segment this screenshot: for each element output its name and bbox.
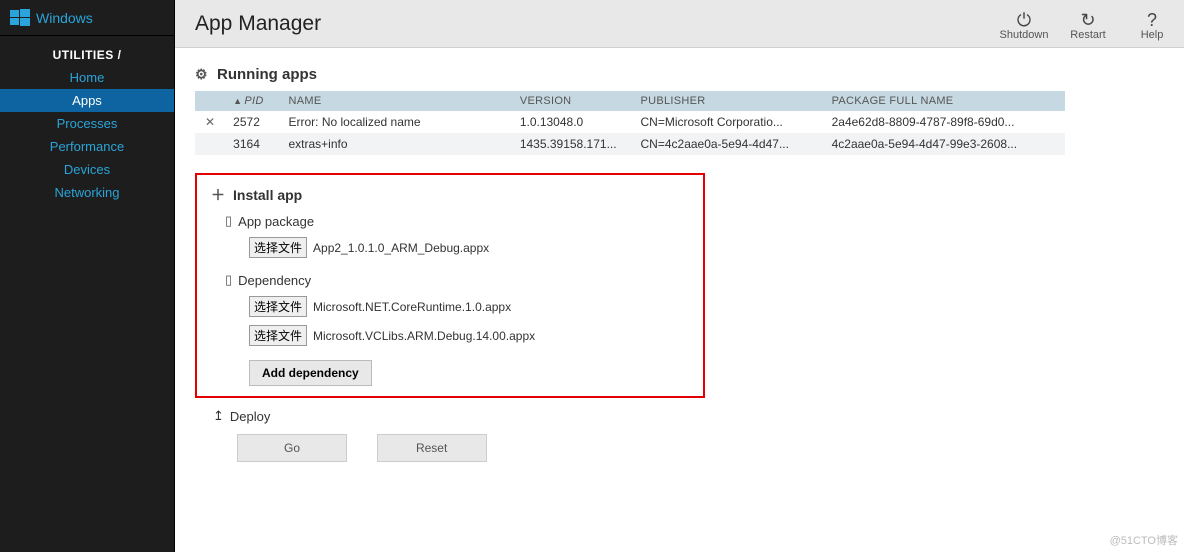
power-icon: ⏻ <box>992 11 1056 29</box>
app-package-file-row: 选择文件 App2_1.0.1.0_ARM_Debug.appx <box>249 237 689 258</box>
main-panel: App Manager ⏻ Shutdown ↻ Restart ? Help … <box>175 0 1184 552</box>
sidebar-nav: Home Apps Processes Performance Devices … <box>0 66 174 204</box>
help-button[interactable]: ? Help <box>1120 7 1184 41</box>
col-pid[interactable]: ▲PID <box>225 91 280 111</box>
dependency-label: Dependency <box>238 273 311 288</box>
dependency-header: ▯ Dependency <box>225 272 689 288</box>
install-app-section: ＋ Install app ▯ App package 选择文件 App2_1.… <box>195 173 705 398</box>
windows-icon <box>10 8 30 28</box>
cell-version: 1.0.13048.0 <box>512 111 633 133</box>
page-title: App Manager <box>195 12 992 36</box>
close-icon[interactable]: ✕ <box>205 115 215 129</box>
app-package-label: App package <box>238 214 314 229</box>
sidebar-item-home[interactable]: Home <box>0 66 174 89</box>
cell-name: extras+info <box>280 133 511 155</box>
watermark: @51CTO博客 <box>1110 532 1178 548</box>
table-row[interactable]: ✕ 2572 Error: No localized name 1.0.1304… <box>195 111 1065 133</box>
col-publisher[interactable]: PUBLISHER <box>633 91 824 111</box>
cell-version: 1435.39158.171... <box>512 133 633 155</box>
running-apps-title: Running apps <box>217 66 317 83</box>
sidebar-item-apps[interactable]: Apps <box>0 89 174 112</box>
choose-file-button[interactable]: 选择文件 <box>249 296 307 317</box>
shutdown-button[interactable]: ⏻ Shutdown <box>992 7 1056 41</box>
restart-icon: ↻ <box>1056 11 1120 29</box>
col-version[interactable]: VERSION <box>512 91 633 111</box>
cell-name: Error: No localized name <box>280 111 511 133</box>
reset-button[interactable]: Reset <box>377 434 487 462</box>
sidebar-item-networking[interactable]: Networking <box>0 181 174 204</box>
file-icon: ▯ <box>225 272 232 288</box>
restart-button[interactable]: ↻ Restart <box>1056 7 1120 41</box>
go-button[interactable]: Go <box>237 434 347 462</box>
choose-file-button[interactable]: 选择文件 <box>249 325 307 346</box>
install-app-header: ＋ Install app <box>211 185 689 205</box>
table-row[interactable]: 3164 extras+info 1435.39158.171... CN=4c… <box>195 133 1065 155</box>
help-icon: ? <box>1120 11 1184 29</box>
cell-publisher: CN=Microsoft Corporatio... <box>633 111 824 133</box>
dependency-file-row: 选择文件 Microsoft.NET.CoreRuntime.1.0.appx <box>249 296 689 317</box>
deploy-title: Deploy <box>230 409 270 424</box>
deploy-button-row: Go Reset <box>237 434 1164 462</box>
install-app-title: Install app <box>233 187 302 203</box>
app-package-header: ▯ App package <box>225 213 689 229</box>
content-area: ⚙ Running apps ▲PID NAME VERSION PUBLISH… <box>175 48 1184 552</box>
topbar: App Manager ⏻ Shutdown ↻ Restart ? Help <box>175 0 1184 48</box>
sidebar-section-title: UTILITIES / <box>0 48 174 62</box>
cell-package: 4c2aae0a-5e94-4d47-99e3-2608... <box>824 133 1065 155</box>
sidebar-item-performance[interactable]: Performance <box>0 135 174 158</box>
upload-icon: ↥ <box>213 408 224 424</box>
sort-asc-icon: ▲ <box>233 96 242 106</box>
plus-icon: ＋ <box>211 185 229 205</box>
table-header-row: ▲PID NAME VERSION PUBLISHER PACKAGE FULL… <box>195 91 1065 111</box>
sidebar-item-devices[interactable]: Devices <box>0 158 174 181</box>
brand-name: Windows <box>36 10 93 26</box>
choose-file-button[interactable]: 选择文件 <box>249 237 307 258</box>
dependency-filename: Microsoft.NET.CoreRuntime.1.0.appx <box>313 300 511 314</box>
top-actions: ⏻ Shutdown ↻ Restart ? Help <box>992 7 1184 41</box>
cell-package: 2a4e62d8-8809-4787-89f8-69d0... <box>824 111 1065 133</box>
sidebar-item-processes[interactable]: Processes <box>0 112 174 135</box>
dependency-file-row: 选择文件 Microsoft.VCLibs.ARM.Debug.14.00.ap… <box>249 325 689 346</box>
running-apps-header: ⚙ Running apps <box>195 66 1164 83</box>
sidebar: Windows UTILITIES / Home Apps Processes … <box>0 0 175 552</box>
dependency-filename: Microsoft.VCLibs.ARM.Debug.14.00.appx <box>313 329 535 343</box>
add-dependency-button[interactable]: Add dependency <box>249 360 372 386</box>
shutdown-label: Shutdown <box>1000 29 1049 41</box>
deploy-header: ↥ Deploy <box>213 408 1164 424</box>
gears-icon: ⚙ <box>195 66 213 83</box>
col-name[interactable]: NAME <box>280 91 511 111</box>
brand-logo: Windows <box>0 0 174 36</box>
cell-pid: 3164 <box>225 133 280 155</box>
running-apps-table: ▲PID NAME VERSION PUBLISHER PACKAGE FULL… <box>195 91 1065 155</box>
col-package[interactable]: PACKAGE FULL NAME <box>824 91 1065 111</box>
cell-pid: 2572 <box>225 111 280 133</box>
restart-label: Restart <box>1070 29 1105 41</box>
file-icon: ▯ <box>225 213 232 229</box>
help-label: Help <box>1141 29 1164 41</box>
app-package-filename: App2_1.0.1.0_ARM_Debug.appx <box>313 241 489 255</box>
cell-publisher: CN=4c2aae0a-5e94-4d47... <box>633 133 824 155</box>
